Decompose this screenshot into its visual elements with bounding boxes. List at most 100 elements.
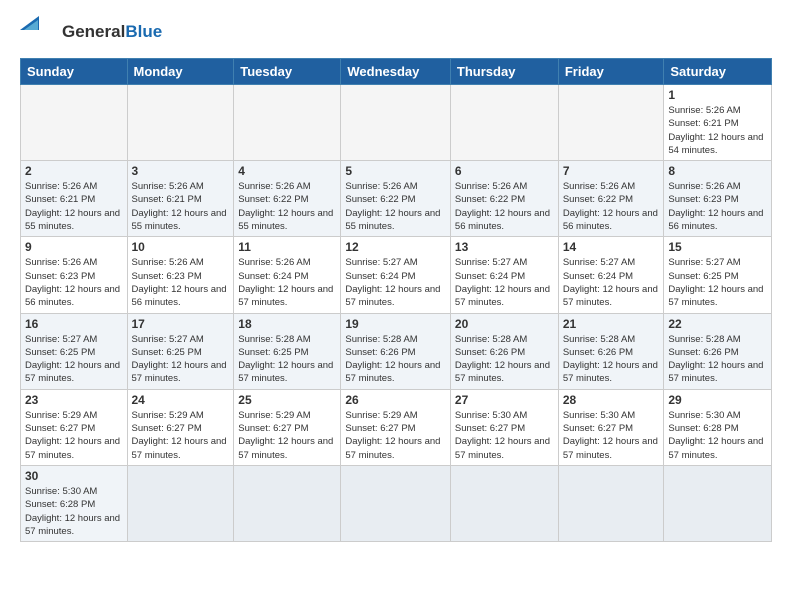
calendar-cell: [21, 85, 128, 161]
calendar-week-row: 16Sunrise: 5:27 AM Sunset: 6:25 PM Dayli…: [21, 313, 772, 389]
calendar-cell: [450, 85, 558, 161]
day-number: 19: [345, 317, 446, 331]
day-info: Sunrise: 5:26 AM Sunset: 6:23 PM Dayligh…: [132, 256, 230, 309]
day-number: 25: [238, 393, 336, 407]
day-header-tuesday: Tuesday: [234, 59, 341, 85]
day-number: 13: [455, 240, 554, 254]
calendar-cell: [127, 85, 234, 161]
calendar-cell: 20 Sunrise: 5:28 AM Sunset: 6:26 PM Dayli…: [450, 313, 558, 389]
day-info: Sunrise: 5:28 AM Sunset: 6:26 PM Dayligh…: [345, 333, 446, 386]
day-number: 28: [563, 393, 660, 407]
calendar-cell: [558, 85, 664, 161]
calendar-cell: [341, 465, 451, 541]
day-info: Sunrise: 5:27 AM Sunset: 6:24 PM Dayligh…: [345, 256, 446, 309]
calendar-cell: 25 Sunrise: 5:29 AM Sunset: 6:27 PM Dayli…: [234, 389, 341, 465]
day-info: Sunrise: 5:26 AM Sunset: 6:22 PM Dayligh…: [238, 180, 336, 233]
day-info: Sunrise: 5:30 AM Sunset: 6:27 PM Dayligh…: [455, 409, 554, 462]
day-number: 20: [455, 317, 554, 331]
day-number: 24: [132, 393, 230, 407]
calendar-cell: 13 Sunrise: 5:27 AM Sunset: 6:24 PM Dayli…: [450, 237, 558, 313]
calendar-cell: 17Sunrise: 5:27 AM Sunset: 6:25 PM Dayli…: [127, 313, 234, 389]
day-number: 12: [345, 240, 446, 254]
day-info: Sunrise: 5:26 AM Sunset: 6:22 PM Dayligh…: [345, 180, 446, 233]
calendar-cell: 9 Sunrise: 5:26 AM Sunset: 6:23 PM Daylig…: [21, 237, 128, 313]
calendar-cell: [664, 465, 772, 541]
calendar-week-row: 2 Sunrise: 5:26 AM Sunset: 6:21 PM Daylig…: [21, 161, 772, 237]
calendar-cell: 3Sunrise: 5:26 AM Sunset: 6:21 PM Daylig…: [127, 161, 234, 237]
calendar-cell: 1 Sunrise: 5:26 AM Sunset: 6:21 PM Daylig…: [664, 85, 772, 161]
day-number: 17: [132, 317, 230, 331]
day-header-saturday: Saturday: [664, 59, 772, 85]
day-info: Sunrise: 5:26 AM Sunset: 6:24 PM Dayligh…: [238, 256, 336, 309]
day-info: Sunrise: 5:26 AM Sunset: 6:22 PM Dayligh…: [455, 180, 554, 233]
day-header-thursday: Thursday: [450, 59, 558, 85]
calendar-cell: 14Sunrise: 5:27 AM Sunset: 6:24 PM Dayli…: [558, 237, 664, 313]
calendar-week-row: 23 Sunrise: 5:29 AM Sunset: 6:27 PM Dayli…: [21, 389, 772, 465]
day-number: 21: [563, 317, 660, 331]
day-number: 2: [25, 164, 123, 178]
day-header-sunday: Sunday: [21, 59, 128, 85]
logo-blue: Blue: [125, 22, 162, 41]
calendar-cell: [341, 85, 451, 161]
day-info: Sunrise: 5:26 AM Sunset: 6:21 PM Dayligh…: [132, 180, 230, 233]
calendar-cell: [558, 465, 664, 541]
day-info: Sunrise: 5:29 AM Sunset: 6:27 PM Dayligh…: [345, 409, 446, 462]
day-info: Sunrise: 5:26 AM Sunset: 6:21 PM Dayligh…: [25, 180, 123, 233]
calendar-cell: 22Sunrise: 5:28 AM Sunset: 6:26 PM Dayli…: [664, 313, 772, 389]
calendar-cell: 8Sunrise: 5:26 AM Sunset: 6:23 PM Daylig…: [664, 161, 772, 237]
day-number: 6: [455, 164, 554, 178]
logo-general: General: [62, 22, 125, 41]
day-info: Sunrise: 5:27 AM Sunset: 6:25 PM Dayligh…: [25, 333, 123, 386]
calendar-cell: 6 Sunrise: 5:26 AM Sunset: 6:22 PM Daylig…: [450, 161, 558, 237]
day-info: Sunrise: 5:27 AM Sunset: 6:24 PM Dayligh…: [455, 256, 554, 309]
day-info: Sunrise: 5:28 AM Sunset: 6:25 PM Dayligh…: [238, 333, 336, 386]
day-number: 8: [668, 164, 767, 178]
day-info: Sunrise: 5:28 AM Sunset: 6:26 PM Dayligh…: [668, 333, 767, 386]
header: GeneralBlue: [20, 16, 772, 48]
calendar-week-row: 30 Sunrise: 5:30 AM Sunset: 6:28 PM Dayli…: [21, 465, 772, 541]
day-number: 11: [238, 240, 336, 254]
calendar-cell: 30 Sunrise: 5:30 AM Sunset: 6:28 PM Dayli…: [21, 465, 128, 541]
day-info: Sunrise: 5:30 AM Sunset: 6:27 PM Dayligh…: [563, 409, 660, 462]
calendar-cell: 28 Sunrise: 5:30 AM Sunset: 6:27 PM Dayli…: [558, 389, 664, 465]
calendar-week-row: 1 Sunrise: 5:26 AM Sunset: 6:21 PM Daylig…: [21, 85, 772, 161]
day-number: 30: [25, 469, 123, 483]
calendar-cell: 10 Sunrise: 5:26 AM Sunset: 6:23 PM Dayli…: [127, 237, 234, 313]
calendar-cell: [234, 85, 341, 161]
calendar-cell: [450, 465, 558, 541]
day-info: Sunrise: 5:30 AM Sunset: 6:28 PM Dayligh…: [668, 409, 767, 462]
calendar-cell: 12 Sunrise: 5:27 AM Sunset: 6:24 PM Dayli…: [341, 237, 451, 313]
day-info: Sunrise: 5:26 AM Sunset: 6:23 PM Dayligh…: [25, 256, 123, 309]
day-info: Sunrise: 5:29 AM Sunset: 6:27 PM Dayligh…: [238, 409, 336, 462]
calendar-table: SundayMondayTuesdayWednesdayThursdayFrid…: [20, 58, 772, 542]
calendar-week-row: 9 Sunrise: 5:26 AM Sunset: 6:23 PM Daylig…: [21, 237, 772, 313]
day-number: 4: [238, 164, 336, 178]
calendar-cell: 18Sunrise: 5:28 AM Sunset: 6:25 PM Dayli…: [234, 313, 341, 389]
day-info: Sunrise: 5:27 AM Sunset: 6:24 PM Dayligh…: [563, 256, 660, 309]
calendar-cell: 15Sunrise: 5:27 AM Sunset: 6:25 PM Dayli…: [664, 237, 772, 313]
calendar-cell: 26 Sunrise: 5:29 AM Sunset: 6:27 PM Dayli…: [341, 389, 451, 465]
day-info: Sunrise: 5:29 AM Sunset: 6:27 PM Dayligh…: [132, 409, 230, 462]
calendar-cell: [127, 465, 234, 541]
day-info: Sunrise: 5:30 AM Sunset: 6:28 PM Dayligh…: [25, 485, 123, 538]
day-number: 15: [668, 240, 767, 254]
day-number: 10: [132, 240, 230, 254]
day-number: 5: [345, 164, 446, 178]
day-info: Sunrise: 5:28 AM Sunset: 6:26 PM Dayligh…: [563, 333, 660, 386]
day-number: 7: [563, 164, 660, 178]
calendar-cell: 4 Sunrise: 5:26 AM Sunset: 6:22 PM Daylig…: [234, 161, 341, 237]
calendar-cell: 27Sunrise: 5:30 AM Sunset: 6:27 PM Dayli…: [450, 389, 558, 465]
day-info: Sunrise: 5:28 AM Sunset: 6:26 PM Dayligh…: [455, 333, 554, 386]
day-number: 26: [345, 393, 446, 407]
day-number: 1: [668, 88, 767, 102]
day-info: Sunrise: 5:26 AM Sunset: 6:21 PM Dayligh…: [668, 104, 767, 157]
day-info: Sunrise: 5:29 AM Sunset: 6:27 PM Dayligh…: [25, 409, 123, 462]
calendar-cell: 2 Sunrise: 5:26 AM Sunset: 6:21 PM Daylig…: [21, 161, 128, 237]
day-number: 9: [25, 240, 123, 254]
calendar-cell: 23 Sunrise: 5:29 AM Sunset: 6:27 PM Dayli…: [21, 389, 128, 465]
calendar-cell: 19 Sunrise: 5:28 AM Sunset: 6:26 PM Dayli…: [341, 313, 451, 389]
day-number: 23: [25, 393, 123, 407]
calendar-cell: 16Sunrise: 5:27 AM Sunset: 6:25 PM Dayli…: [21, 313, 128, 389]
day-number: 29: [668, 393, 767, 407]
calendar-header-row: SundayMondayTuesdayWednesdayThursdayFrid…: [21, 59, 772, 85]
